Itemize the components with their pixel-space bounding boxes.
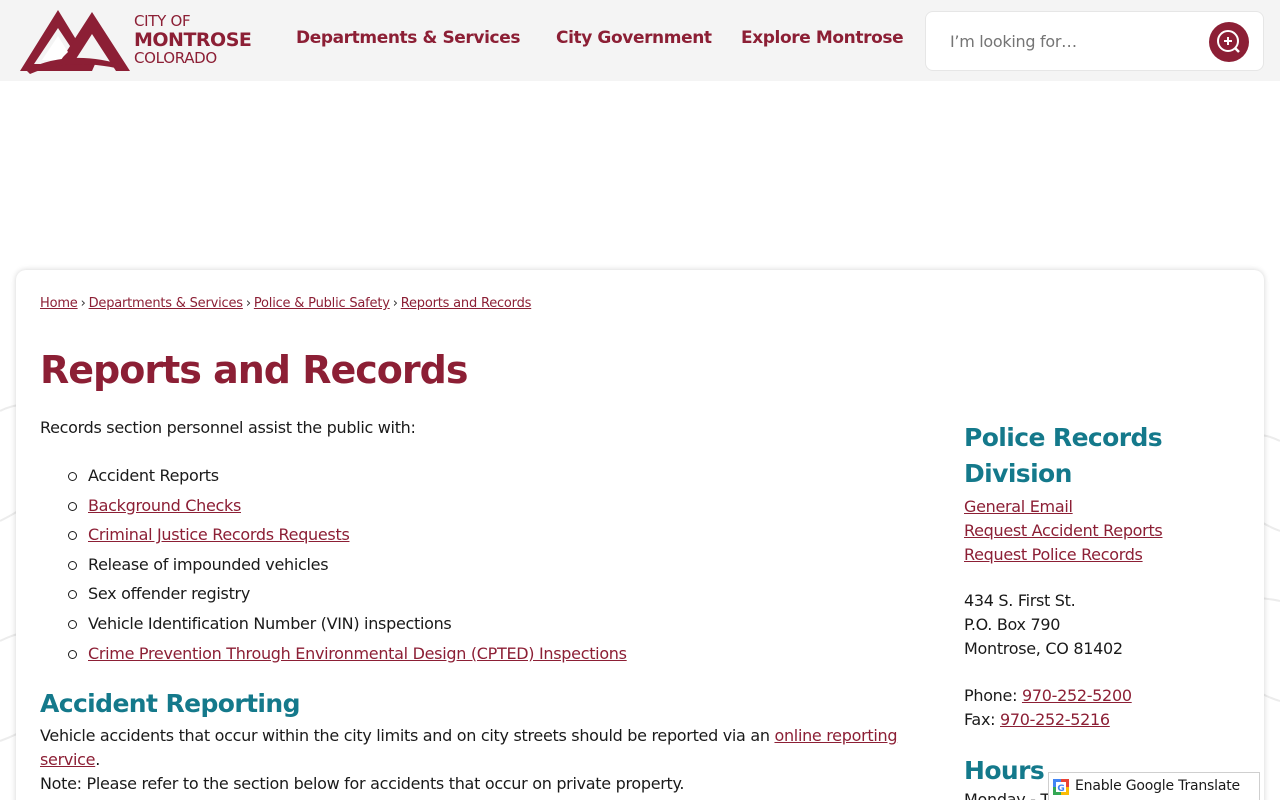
list-item: Background Checks — [68, 491, 627, 521]
fax-row: Fax: 970-252-5216 — [964, 708, 1132, 732]
translate-label: Enable Google Translate — [1075, 778, 1240, 794]
service-impounded-vehicles: Release of impounded vehicles — [88, 554, 329, 574]
breadcrumb-police-public-safety[interactable]: Police & Public Safety — [254, 296, 390, 311]
nav-city-government[interactable]: City Government — [556, 28, 712, 48]
link-background-checks[interactable]: Background Checks — [88, 496, 241, 515]
logo-wordmark: CITY OF MONTROSE COLORADO — [134, 12, 252, 67]
link-criminal-justice-records[interactable]: Criminal Justice Records Requests — [88, 525, 350, 544]
breadcrumb-separator: › — [392, 296, 398, 311]
svg-text:G: G — [1057, 784, 1064, 794]
link-cpted-inspections[interactable]: Crime Prevention Through Environmental D… — [88, 644, 627, 663]
sidebar-links: General Email Request Accident Reports R… — [964, 495, 1163, 567]
list-item: Criminal Justice Records Requests — [68, 520, 627, 550]
bullet-icon — [68, 649, 77, 659]
link-request-accident-reports[interactable]: Request Accident Reports — [964, 519, 1163, 543]
intro-text: Records section personnel assist the pub… — [40, 418, 416, 437]
service-sex-offender-registry: Sex offender registry — [88, 584, 251, 604]
address-line: P.O. Box 790 — [964, 615, 1061, 634]
link-request-police-records[interactable]: Request Police Records — [964, 543, 1162, 567]
phone-row: Phone: 970-252-5200 — [964, 684, 1132, 708]
link-general-email[interactable]: General Email — [964, 495, 1162, 519]
accident-text: Vehicle accidents that occur within the … — [40, 726, 775, 745]
search-plus-icon — [1217, 30, 1240, 53]
breadcrumb-home[interactable]: Home — [40, 296, 78, 311]
site-header: CITY OF MONTROSE COLORADO Departments & … — [0, 0, 1280, 81]
search-box — [925, 11, 1264, 71]
bullet-icon — [68, 560, 77, 570]
city-logo[interactable]: CITY OF MONTROSE COLORADO — [20, 8, 252, 74]
bullet-icon — [68, 501, 77, 511]
breadcrumb-separator: › — [80, 296, 86, 311]
page-title: Reports and Records — [40, 348, 468, 392]
nav-departments-services[interactable]: Departments & Services — [296, 28, 520, 48]
phone-link[interactable]: 970-252-5200 — [1022, 686, 1132, 705]
sidebar-contact: Phone: 970-252-5200 Fax: 970-252-5216 — [964, 684, 1132, 732]
list-item: Sex offender registry — [68, 579, 627, 609]
nav-explore-montrose[interactable]: Explore Montrose — [741, 28, 904, 48]
list-item: Accident Reports — [68, 461, 627, 491]
logo-line-montrose: MONTROSE — [134, 29, 252, 51]
google-translate-button[interactable]: G Enable Google Translate — [1048, 772, 1260, 800]
accident-text-end: . — [95, 750, 101, 769]
service-vin-inspections: Vehicle Identification Number (VIN) insp… — [88, 613, 452, 633]
bullet-icon — [68, 619, 77, 629]
hours-text: Monday - Th — [964, 790, 1060, 800]
service-accident-reports: Accident Reports — [88, 466, 219, 485]
list-item: Release of impounded vehicles — [68, 550, 627, 580]
google-translate-icon: G — [1053, 779, 1069, 795]
accident-note: Note: Please refer to the section below … — [40, 774, 685, 793]
sidebar-address: 434 S. First St. P.O. Box 790 Montrose, … — [964, 589, 1123, 661]
breadcrumb: Home › Departments & Services › Police & Pub… — [40, 296, 531, 311]
breadcrumb-reports-records[interactable]: Reports and Records — [401, 296, 532, 311]
search-button[interactable] — [1209, 22, 1249, 62]
search-input[interactable] — [950, 32, 1200, 51]
services-list: Accident Reports Background Checks Crimi… — [68, 461, 627, 669]
fax-label: Fax: — [964, 710, 1000, 729]
fax-link[interactable]: 970-252-5216 — [1000, 710, 1110, 729]
address-line: Montrose, CO 81402 — [964, 639, 1123, 658]
logo-line-city: CITY OF — [134, 12, 191, 30]
accident-reporting-text: Vehicle accidents that occur within the … — [40, 724, 930, 796]
logo-line-colorado: COLORADO — [134, 49, 217, 67]
mountain-logo-icon — [20, 10, 130, 74]
list-item: Vehicle Identification Number (VIN) insp… — [68, 609, 627, 639]
breadcrumb-separator: › — [245, 296, 251, 311]
hours-heading: Hours — [964, 756, 1045, 785]
breadcrumb-departments-services[interactable]: Departments & Services — [89, 296, 243, 311]
phone-label: Phone: — [964, 686, 1022, 705]
list-item: Crime Prevention Through Environmental D… — [68, 639, 627, 669]
address-line: 434 S. First St. — [964, 591, 1076, 610]
sidebar-title: Police Records Division — [964, 423, 1163, 488]
bullet-icon — [68, 472, 77, 481]
accident-reporting-heading: Accident Reporting — [40, 689, 300, 718]
